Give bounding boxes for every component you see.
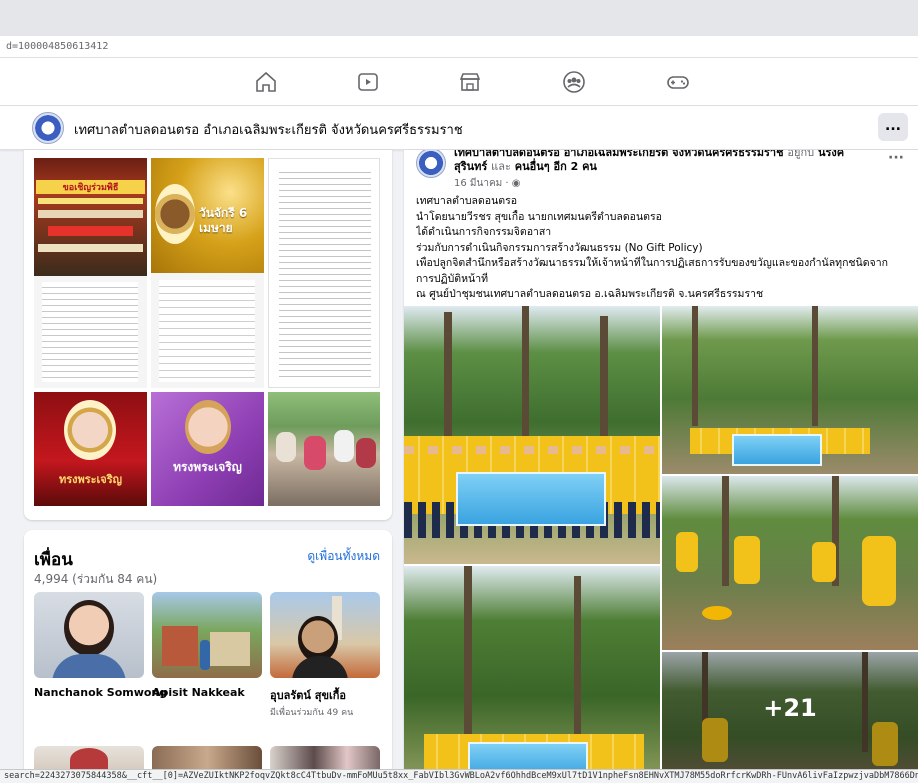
post-text-line: การปฏิบัติหน้าที่ xyxy=(416,272,489,285)
address-bar[interactable]: d=100004850613412 xyxy=(0,36,918,58)
page-avatar[interactable] xyxy=(32,112,64,144)
post-photo[interactable] xyxy=(404,306,660,564)
photo-tile[interactable] xyxy=(268,392,380,506)
photo-tile[interactable]: วันจักรี 6 เมษาย xyxy=(151,158,264,388)
post-author-avatar[interactable] xyxy=(416,150,446,178)
post-text: เทศบาลตำบลดอนตรอ นำโดยนายวีรชร สุขเกื้อ … xyxy=(416,194,912,303)
see-all-friends-link[interactable]: ดูเพื่อนทั้งหมด xyxy=(307,547,380,566)
left-column: ขอเชิญร่วมพิธี วันจักรี 6 เมษาย ทรงพระเจ… xyxy=(24,150,392,783)
post-more-button[interactable]: ··· xyxy=(888,150,904,166)
watch-icon[interactable] xyxy=(356,70,380,94)
photo-tile-text: ทรงพระเจริญ xyxy=(173,460,242,474)
photo-tile[interactable]: ทรงพระเจริญ xyxy=(151,392,264,506)
friends-count: 4,994 (ร่วมกัน 84 คน) xyxy=(34,572,158,586)
photo-tile[interactable]: ทรงพระเจริญ xyxy=(34,392,147,506)
post-photo[interactable]: +21 xyxy=(662,652,918,783)
friend-photo[interactable] xyxy=(34,592,144,678)
post-text-line: ได้ดำเนินการกิจกรรมจิตอาสา xyxy=(416,226,552,238)
photo-tile[interactable] xyxy=(268,158,380,388)
post-with-text: อยู่กับ xyxy=(787,150,815,159)
post-and-text: และ xyxy=(491,160,511,173)
post-author-line: เทศบาลตำบลดอนตรอ อำเภอเฉลิมพระเกียรติ จั… xyxy=(454,150,874,176)
friend-name[interactable]: Nanchanok Somwong xyxy=(34,686,167,699)
post-photo[interactable] xyxy=(662,476,918,650)
groups-icon[interactable] xyxy=(562,70,586,94)
marketplace-icon[interactable] xyxy=(458,70,482,94)
post-text-line: ณ ศูนย์ป่าชุมชนเทศบาลตำบลดอนตรอ อ.เฉลิมพ… xyxy=(416,288,764,300)
post-photo[interactable] xyxy=(662,306,918,474)
page-header: เทศบาลตำบลดอนตรอ อำเภอเฉลิมพระเกียรติ จั… xyxy=(0,106,918,150)
page-title: เทศบาลตำบลดอนตรอ อำเภอเฉลิมพระเกียรติ จั… xyxy=(74,123,463,138)
photo-grid: ขอเชิญร่วมพิธี วันจักรี 6 เมษาย ทรงพระเจ… xyxy=(34,158,380,508)
browser-tab-strip xyxy=(0,0,918,36)
friend-tile[interactable]: Nanchanok Somwong xyxy=(34,592,167,699)
status-bar-url: search=2243273075844358&__cft__[0]=AZVeZ… xyxy=(0,769,918,783)
friend-name[interactable]: อุบลรัตน์ สุขเกื้อ xyxy=(270,686,380,704)
photo-tile-text: วันจักรี 6 เมษาย xyxy=(199,206,248,235)
post-timestamp[interactable]: 16 มีนาคม · ◉ xyxy=(454,176,521,191)
friends-title: เพื่อน xyxy=(34,550,73,570)
post-card: เทศบาลตำบลดอนตรอ อำเภอเฉลิมพระเกียรติ จั… xyxy=(404,150,918,783)
post-text-line: ร่วมกับการดำเนินกิจกรรมการสร้างวัฒนธรรม … xyxy=(416,241,703,254)
photo-tile[interactable]: ขอเชิญร่วมพิธี xyxy=(34,158,147,388)
post-text-line: นำโดยนายวีรชร สุขเกื้อ นายกเทศมนตรีตำบลด… xyxy=(416,210,662,223)
friend-tile[interactable]: อุบลรัตน์ สุขเกื้อ มีเพื่อนร่วมกัน 49 คน xyxy=(270,592,380,719)
post-author-name[interactable]: เทศบาลตำบลดอนตรอ อำเภอเฉลิมพระเกียรติ จั… xyxy=(454,150,784,159)
friend-name[interactable]: Apisit Nakkeak xyxy=(152,686,262,699)
photo-tile-text: ทรงพระเจริญ xyxy=(58,473,123,486)
globe-icon: ◉ xyxy=(511,178,521,189)
photos-card: ขอเชิญร่วมพิธี วันจักรี 6 เมษาย ทรงพระเจ… xyxy=(24,150,392,520)
more-options-button[interactable]: ... xyxy=(878,113,908,141)
post-photo[interactable] xyxy=(404,566,660,783)
post-others[interactable]: คนอื่นๆ อีก 2 คน xyxy=(515,160,597,173)
photo-tile-text: ขอเชิญร่วมพิธี xyxy=(36,180,145,194)
top-nav-bar xyxy=(0,58,918,106)
friend-mutual-count: มีเพื่อนร่วมกัน 49 คน xyxy=(270,708,354,718)
friend-photo[interactable] xyxy=(152,592,262,678)
home-icon[interactable] xyxy=(254,70,278,94)
friends-card: เพื่อน 4,994 (ร่วมกัน 84 คน) ดูเพื่อนทั้… xyxy=(24,530,392,783)
gaming-icon[interactable] xyxy=(666,70,690,94)
friend-photo[interactable] xyxy=(270,592,380,678)
friend-tile[interactable]: Apisit Nakkeak xyxy=(152,592,262,699)
more-photos-overlay[interactable]: +21 xyxy=(662,652,918,783)
post-time-text[interactable]: 16 มีนาคม · xyxy=(454,178,512,189)
post-text-line: เพื่อปลูกจิตสำนึกหรือสร้างวัฒนาธรรมให้เจ… xyxy=(416,257,888,269)
post-text-line: เทศบาลตำบลดอนตรอ xyxy=(416,195,518,207)
